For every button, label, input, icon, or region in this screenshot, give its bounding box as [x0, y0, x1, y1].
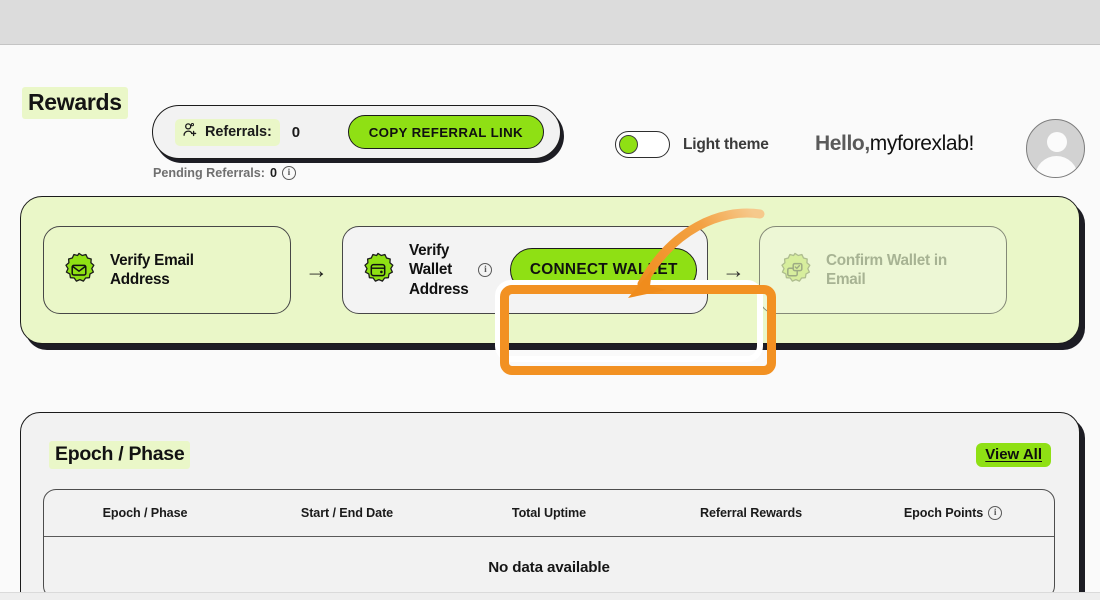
pending-referrals-label: Pending Referrals: [153, 166, 265, 180]
copy-referral-link-button[interactable]: COPY REFERRAL LINK [347, 115, 544, 149]
step-verify-wallet-label: Verify Wallet Address [409, 241, 469, 299]
onboarding-stepper: Verify Email Address → Verify Wallet Add… [20, 196, 1080, 344]
toggle-knob [619, 134, 638, 154]
referrals-label: Referrals: [205, 124, 272, 140]
referrals-count: 0 [291, 123, 301, 141]
app-screen: Rewards Referrals: 0 COPY REFERRAL LINK … [0, 0, 1100, 600]
column-label: Total Uptime [511, 506, 587, 520]
browser-chrome-top [0, 0, 1100, 45]
step-confirm-wallet-label: Confirm Wallet in Email [826, 251, 947, 290]
info-icon[interactable]: i [988, 506, 1003, 520]
arrow-right-icon: → [722, 256, 745, 283]
connect-wallet-button[interactable]: CONNECT WALLET [510, 248, 697, 292]
step-line-2: Email [826, 271, 866, 288]
email-badge-icon [60, 251, 98, 289]
column-label: Epoch Points [903, 506, 984, 520]
theme-toggle-group: Light theme [615, 131, 769, 158]
epoch-phase-panel: Epoch / Phase View All Epoch / Phase Sta… [20, 412, 1080, 600]
step-verify-wallet: Verify Wallet Address i CONNECT WALLET [342, 226, 708, 314]
greeting-username: myforexlab! [869, 132, 975, 155]
column-header-epoch-points: Epoch Points i [852, 506, 1054, 520]
avatar-head [1046, 132, 1067, 152]
step-line-2: Wallet [409, 261, 452, 279]
table-empty-state: No data available [488, 559, 610, 576]
light-theme-toggle[interactable] [615, 131, 670, 158]
rewards-page: Rewards Referrals: 0 COPY REFERRAL LINK … [0, 45, 1100, 600]
wallet-badge-icon [359, 251, 397, 289]
column-label: Epoch / Phase [102, 506, 188, 520]
referrals-card: Referrals: 0 COPY REFERRAL LINK [152, 105, 561, 159]
step-verify-email-label: Verify Email Address [110, 251, 194, 290]
user-plus-icon [182, 122, 198, 143]
avatar[interactable] [1026, 119, 1085, 178]
column-header-total-uptime: Total Uptime [448, 506, 650, 520]
info-icon[interactable]: i [282, 166, 296, 180]
wallet-check-badge-icon [776, 251, 814, 289]
column-header-referral-rewards: Referral Rewards [650, 506, 852, 520]
column-header-start-end-date: Start / End Date [246, 506, 448, 520]
step-verify-email[interactable]: Verify Email Address [43, 226, 291, 314]
browser-chrome-bottom [0, 592, 1100, 600]
step-line-1: Verify [409, 242, 450, 260]
step-line-1: Confirm Wallet in [826, 251, 947, 269]
column-header-epoch-phase: Epoch / Phase [44, 506, 246, 520]
step-line-3: Address [409, 280, 469, 298]
epoch-table: Epoch / Phase Start / End Date Total Upt… [43, 489, 1055, 599]
avatar-body [1035, 156, 1078, 177]
arrow-right-icon: → [305, 256, 328, 283]
page-title: Rewards [22, 87, 128, 119]
epoch-panel-title: Epoch / Phase [49, 441, 191, 469]
theme-toggle-label: Light theme [683, 135, 769, 153]
greeting: Hello,myforexlab! [815, 132, 974, 156]
table-header-row: Epoch / Phase Start / End Date Total Upt… [44, 490, 1054, 537]
view-all-link[interactable]: View All [976, 443, 1051, 467]
step-line-2: Address [110, 271, 170, 288]
step-line-1: Verify Email [110, 251, 194, 269]
pending-referrals-count: 0 [269, 166, 277, 180]
greeting-prefix: Hello, [815, 132, 870, 155]
referrals-label-group: Referrals: [175, 118, 280, 146]
info-icon[interactable]: i [478, 263, 493, 277]
column-label: Start / End Date [300, 506, 394, 520]
pending-referrals: Pending Referrals: 0 i [153, 166, 296, 180]
step-confirm-wallet: Confirm Wallet in Email [759, 226, 1007, 314]
column-label: Referral Rewards [700, 506, 802, 520]
page-header: Rewards Referrals: 0 COPY REFERRAL LINK … [0, 45, 1100, 180]
